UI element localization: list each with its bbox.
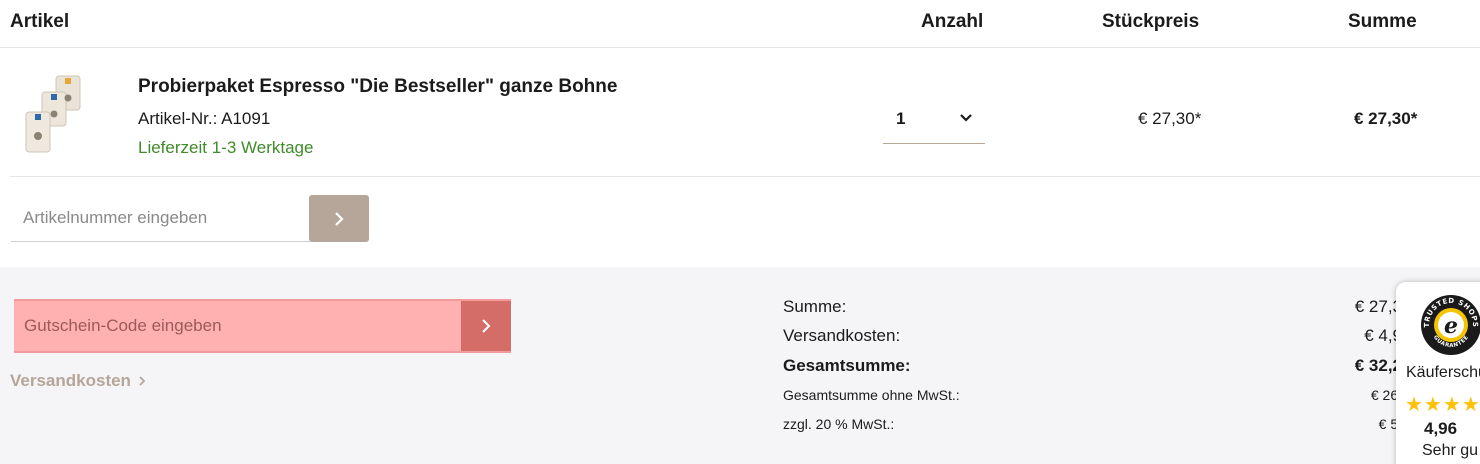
trusted-shops-seal-icon: e TRUSTED SHOPS GUARANTEE: [1421, 295, 1480, 355]
chevron-right-icon: [482, 319, 491, 333]
product-name-link[interactable]: Probierpaket Espresso "Die Bestseller" g…: [138, 76, 617, 98]
subtotal-value: € 27,3: [1354, 297, 1402, 316]
rating-stars-icon: ★★★★: [1405, 394, 1480, 416]
shipping-costs-link[interactable]: Versandkosten: [10, 371, 146, 391]
article-number-input[interactable]: [11, 195, 310, 242]
add-article-button[interactable]: [309, 195, 369, 242]
voucher-submit-button[interactable]: [461, 301, 511, 351]
delivery-time: Lieferzeit 1-3 Werktage: [138, 138, 314, 157]
column-header-total: Summe: [1348, 11, 1417, 32]
subtotal-label: Summe:: [783, 297, 847, 316]
column-header-article: Artikel: [10, 11, 70, 32]
net-total-label: Gesamtsumme ohne MwSt.:: [783, 387, 960, 403]
line-total-price: € 27,30*: [1354, 109, 1418, 128]
add-article-form: [11, 195, 370, 242]
rating-score: 4,96: [1424, 419, 1458, 438]
quantity-select[interactable]: 1: [883, 96, 985, 144]
unit-price: € 27,30*: [1138, 109, 1202, 128]
svg-text:e: e: [1444, 313, 1458, 339]
quantity-value: 1: [896, 109, 906, 128]
cart-page: Artikel Anzahl Stückpreis Summe Probierp…: [0, 0, 1480, 464]
cart-line-item: Probierpaket Espresso "Die Bestseller" g…: [10, 48, 1480, 177]
column-header-unit-price: Stückpreis: [1102, 11, 1200, 32]
cart-table-header: Artikel Anzahl Stückpreis Summe: [0, 0, 1480, 48]
voucher-form: [14, 299, 511, 353]
column-header-quantity: Anzahl: [921, 11, 984, 32]
vat-label: zzgl. 20 % MwSt.:: [783, 416, 895, 432]
rating-text: Sehr gu: [1422, 442, 1479, 459]
chevron-right-icon: [335, 211, 344, 226]
product-image[interactable]: [22, 74, 84, 156]
grand-total-value: € 32,2: [1354, 356, 1402, 375]
chevron-down-icon: [960, 114, 972, 122]
shipping-costs-link-label: Versandkosten: [10, 371, 131, 390]
shipping-cost-label: Versandkosten:: [783, 326, 901, 345]
trusted-shops-badge[interactable]: e TRUSTED SHOPS GUARANTEE Käuferschu ★★★…: [1396, 282, 1480, 464]
voucher-code-input[interactable]: [14, 301, 460, 351]
product-article-number: Artikel-Nr.: A1091: [138, 109, 271, 128]
chevron-right-icon: [139, 376, 145, 386]
grand-total-label: Gesamtsumme:: [783, 356, 911, 375]
buyer-protection-label: Käuferschu: [1406, 364, 1480, 381]
cart-summary-area: Versandkosten Summe: € 27,3 Versandkoste…: [0, 267, 1480, 464]
